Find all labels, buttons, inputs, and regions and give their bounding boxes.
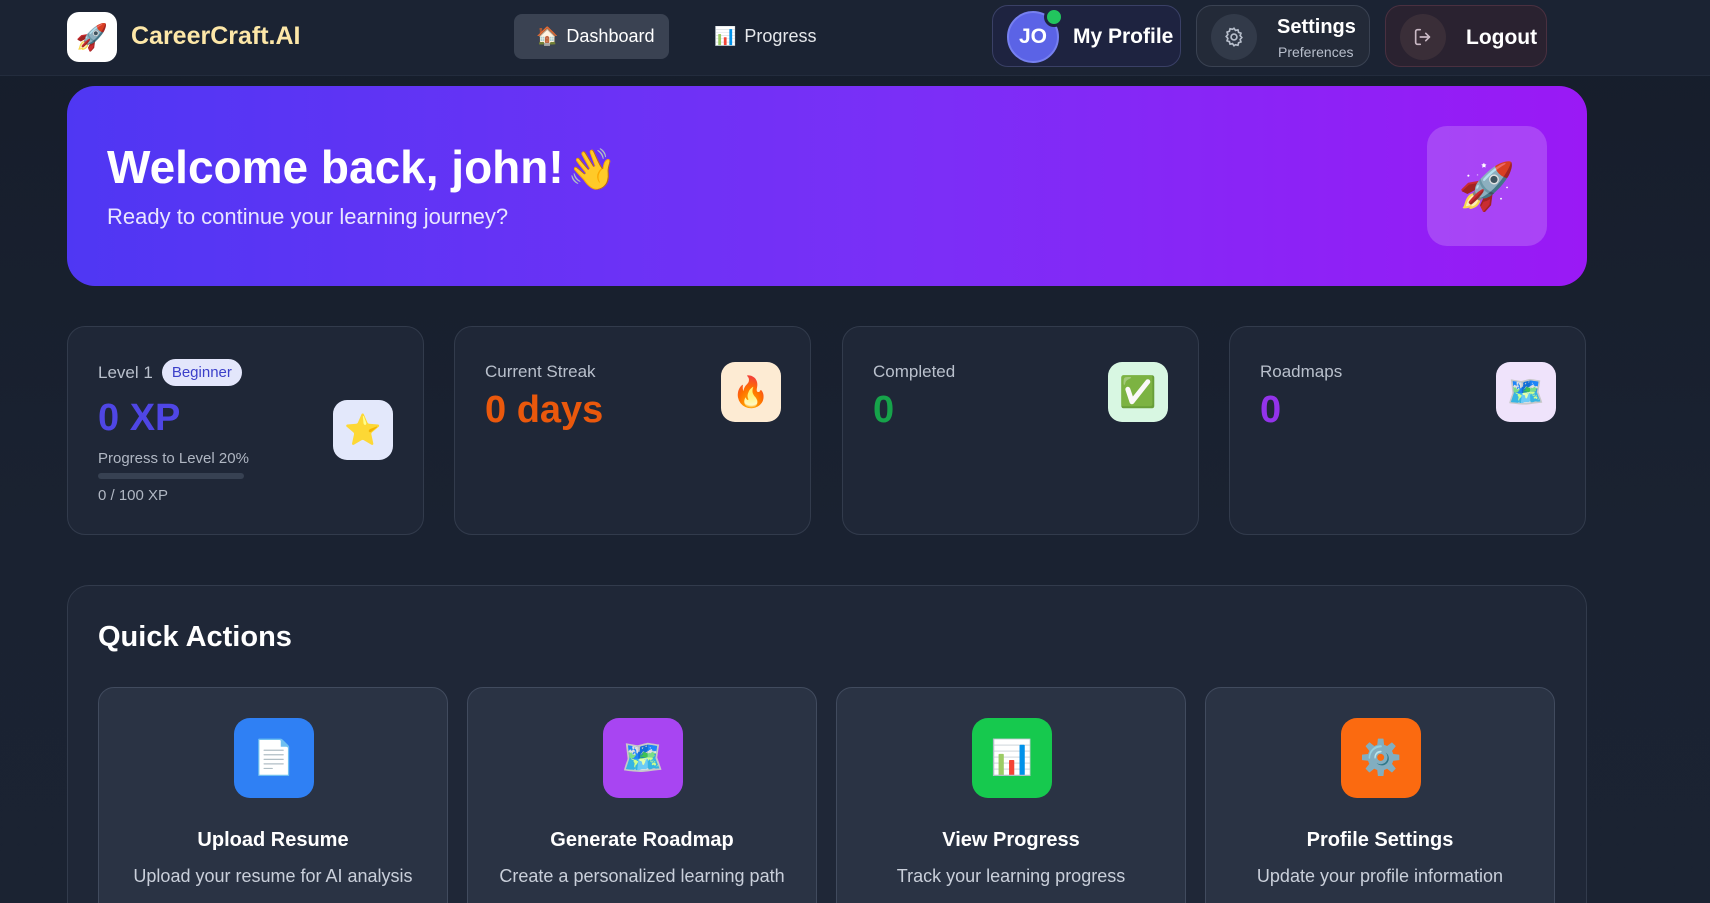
completed-stat-card: Completed 0 ✅ — [842, 326, 1199, 535]
qa-card-title: Upload Resume — [197, 829, 349, 851]
generate-roadmap-card[interactable]: 🗺️ Generate Roadmap Create a personalize… — [467, 687, 817, 903]
settings-sublabel: Preferences — [1278, 44, 1354, 60]
logout-label: Logout — [1466, 26, 1538, 49]
completed-label: Completed — [873, 362, 956, 381]
completed-value: 0 — [873, 389, 895, 431]
nav-progress-label: Progress — [744, 26, 817, 46]
roadmaps-stat-card: Roadmaps 0 🗺️ — [1229, 326, 1586, 535]
settings-label: Settings — [1277, 16, 1356, 38]
nav-progress-tab[interactable]: 📊 Progress — [692, 14, 822, 59]
top-navbar: 🚀 CareerCraft.AI 🏠 Dashboard 📊 Progress … — [0, 0, 1710, 76]
qa-card-title: View Progress — [942, 829, 1080, 851]
document-icon: 📄 — [234, 718, 314, 798]
gear-icon — [1211, 14, 1257, 60]
rocket-icon: 🚀 — [1427, 126, 1547, 246]
bar-chart-icon: 📊 — [972, 718, 1052, 798]
home-icon: 🏠 — [536, 26, 559, 46]
roadmaps-value: 0 — [1260, 389, 1282, 431]
my-profile-label: My Profile — [1073, 25, 1174, 48]
logout-button[interactable]: Logout — [1385, 5, 1547, 67]
view-progress-card[interactable]: 📊 View Progress Track your learning prog… — [836, 687, 1186, 903]
my-profile-button[interactable]: JO My Profile — [992, 5, 1181, 67]
waving-hand-icon: 👋 — [567, 148, 617, 192]
level-badge: Beginner — [161, 359, 242, 386]
xp-progress-label: Progress to Level 20% — [98, 450, 249, 467]
streak-value: 0 days — [485, 389, 604, 431]
level-label: Level 1 — [98, 362, 153, 382]
streak-label: Current Streak — [485, 362, 596, 381]
quick-actions-panel: Quick Actions 📄 Upload Resume Upload you… — [67, 585, 1587, 903]
brand-logo[interactable]: 🚀 — [67, 12, 117, 62]
nav-dashboard-label: Dashboard — [566, 26, 655, 46]
rocket-icon: 🚀 — [75, 21, 109, 52]
quick-actions-title: Quick Actions — [98, 621, 292, 653]
logout-icon — [1400, 14, 1446, 60]
qa-card-desc: Upload your resume for AI analysis — [133, 866, 413, 886]
nav-dashboard-tab[interactable]: 🏠 Dashboard — [514, 14, 669, 59]
welcome-subtitle: Ready to continue your learning journey? — [107, 204, 509, 229]
star-icon: ⭐ — [333, 400, 393, 460]
upload-resume-card[interactable]: 📄 Upload Resume Upload your resume for A… — [98, 687, 448, 903]
welcome-banner: Welcome back, john! 👋 Ready to continue … — [67, 86, 1587, 286]
xp-count: 0 / 100 XP — [98, 487, 169, 504]
gear-icon: ⚙️ — [1341, 718, 1421, 798]
qa-card-title: Generate Roadmap — [550, 829, 734, 851]
fire-icon: 🔥 — [721, 362, 781, 422]
xp-progress-bar — [98, 473, 244, 479]
qa-card-title: Profile Settings — [1306, 829, 1454, 851]
qa-card-desc: Create a personalized learning path — [499, 866, 785, 886]
online-status-dot — [1044, 7, 1064, 27]
brand-name[interactable]: CareerCraft.AI — [131, 22, 301, 51]
welcome-title: Welcome back, john! — [107, 141, 564, 193]
check-icon: ✅ — [1108, 362, 1168, 422]
streak-stat-card: Current Streak 0 days 🔥 — [454, 326, 811, 535]
map-icon: 🗺️ — [603, 718, 683, 798]
qa-card-desc: Update your profile information — [1256, 866, 1504, 886]
settings-button[interactable]: Settings Preferences — [1196, 5, 1370, 67]
bar-chart-icon: 📊 — [714, 26, 737, 46]
qa-card-desc: Track your learning progress — [896, 866, 1126, 886]
roadmaps-label: Roadmaps — [1260, 362, 1343, 381]
xp-value: 0 XP — [98, 397, 181, 439]
map-icon: 🗺️ — [1496, 362, 1556, 422]
profile-settings-card[interactable]: ⚙️ Profile Settings Update your profile … — [1205, 687, 1555, 903]
level-stat-card: Level 1 Beginner 0 XP Progress to Level … — [67, 326, 424, 535]
